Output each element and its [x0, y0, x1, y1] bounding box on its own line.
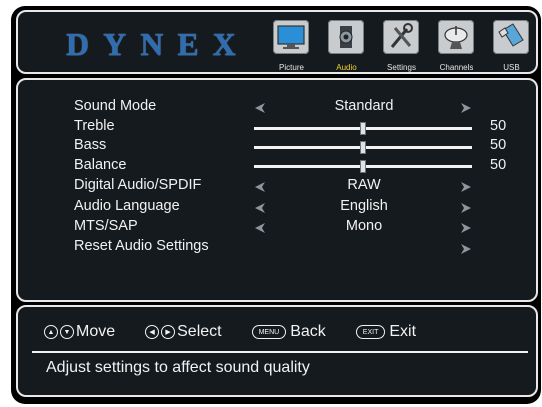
left-arrow-icon[interactable] [254, 103, 266, 113]
bass-label: Bass [74, 137, 107, 153]
menu-tabs: Picture Audio Settings Channels USB [264, 16, 539, 72]
slider-handle[interactable] [360, 160, 366, 173]
menu-footer: ▲ ▼ Move ◀ ▶ Select MENU Back EXIT Exit … [16, 305, 538, 397]
tab-label: Picture [279, 63, 304, 72]
dynex-logo: DYNEX [66, 26, 250, 62]
select-label: Select [177, 323, 222, 340]
move-label: Move [76, 323, 116, 340]
balance-value: 50 [490, 157, 507, 173]
audio-language-value[interactable]: English [304, 198, 424, 214]
down-arrow-icon: ▼ [60, 325, 74, 339]
left-arrow-icon: ◀ [145, 325, 160, 339]
slider-handle[interactable] [360, 141, 366, 154]
audio-settings-panel: Sound Mode Standard Treble 50 Bass 50 Ba… [16, 78, 538, 302]
right-arrow-icon: ▶ [161, 325, 176, 339]
right-arrow-icon[interactable] [460, 182, 472, 192]
divider [32, 351, 528, 353]
reset-audio-settings-button[interactable]: Reset Audio Settings [74, 238, 209, 258]
up-arrow-icon: ▲ [44, 325, 58, 339]
tab-label: Settings [387, 63, 416, 72]
bass-value: 50 [490, 137, 507, 153]
right-arrow-icon[interactable] [460, 244, 472, 254]
exit-key-icon: EXIT [355, 325, 386, 339]
left-arrow-icon[interactable] [254, 203, 266, 213]
menu-key-icon: MENU [251, 325, 287, 339]
tools-icon [383, 20, 419, 54]
tab-audio[interactable]: Audio [319, 16, 374, 72]
balance-slider[interactable] [254, 160, 472, 173]
exit-hint: EXIT Exit [355, 323, 417, 341]
audio-language-label: Audio Language [74, 198, 180, 214]
treble-label: Treble [74, 118, 115, 134]
satellite-dish-icon [438, 20, 474, 54]
tab-usb[interactable]: USB [484, 16, 539, 72]
move-hint: ▲ ▼ Move [44, 323, 115, 341]
select-hint: ◀ ▶ Select [145, 323, 222, 341]
left-arrow-icon[interactable] [254, 182, 266, 192]
sound-mode-label: Sound Mode [74, 98, 157, 114]
tv-icon [273, 20, 309, 54]
sound-mode-value[interactable]: Standard [304, 98, 424, 114]
right-arrow-icon[interactable] [460, 203, 472, 213]
right-arrow-icon[interactable] [460, 223, 472, 233]
digital-audio-label: Digital Audio/SPDIF [74, 177, 202, 193]
bass-slider[interactable] [254, 141, 472, 154]
treble-value: 50 [490, 118, 507, 134]
speaker-icon [328, 20, 364, 54]
back-label: Back [290, 323, 326, 340]
usb-drive-icon [493, 20, 529, 54]
mts-sap-label: MTS/SAP [74, 218, 138, 234]
tab-label: USB [503, 63, 520, 72]
help-text: Adjust settings to affect sound quality [46, 359, 310, 376]
right-arrow-icon[interactable] [460, 103, 472, 113]
mts-sap-value[interactable]: Mono [304, 218, 424, 234]
back-hint: MENU Back [251, 323, 326, 341]
tab-picture[interactable]: Picture [264, 16, 319, 72]
treble-slider[interactable] [254, 122, 472, 135]
exit-label: Exit [389, 323, 417, 340]
digital-audio-value[interactable]: RAW [304, 177, 424, 193]
left-arrow-icon[interactable] [254, 223, 266, 233]
balance-label: Balance [74, 157, 127, 173]
menu-header: DYNEX Picture Audio Settings Channels US… [16, 10, 538, 74]
tab-settings[interactable]: Settings [374, 16, 429, 72]
key-hints: ▲ ▼ Move ◀ ▶ Select MENU Back EXIT Exit [44, 321, 446, 343]
tab-label: Channels [439, 63, 474, 72]
tab-label: Audio [336, 63, 357, 72]
slider-handle[interactable] [360, 122, 366, 135]
tab-channels[interactable]: Channels [429, 16, 484, 72]
